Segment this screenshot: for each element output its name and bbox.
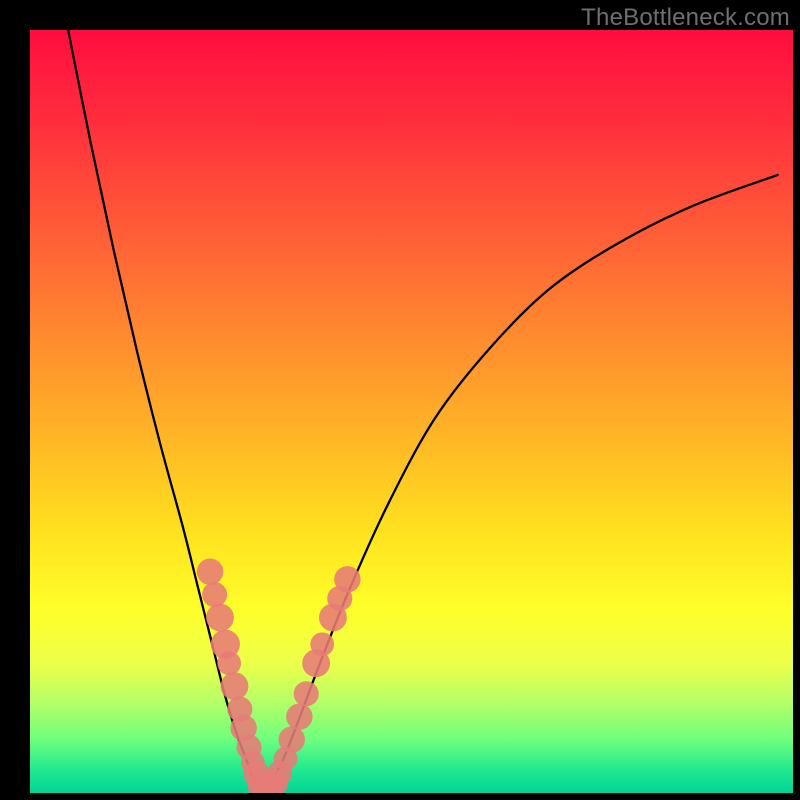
curve-marker xyxy=(278,726,304,752)
curve-svg xyxy=(30,30,793,793)
curve-marker xyxy=(294,681,319,706)
curve-marker xyxy=(217,651,241,675)
chart-frame: TheBottleneck.com xyxy=(0,0,800,800)
curve-marker xyxy=(221,672,249,700)
curve-marker xyxy=(286,703,312,729)
watermark-text: TheBottleneck.com xyxy=(581,4,790,32)
curve-marker xyxy=(202,582,227,607)
curve-marker xyxy=(206,604,234,632)
curve-marker xyxy=(310,632,334,656)
curve-markers xyxy=(197,558,361,793)
curve-marker xyxy=(334,566,360,592)
bottleneck-curve xyxy=(68,30,778,789)
plot-area xyxy=(30,30,793,793)
curve-marker xyxy=(197,558,223,584)
